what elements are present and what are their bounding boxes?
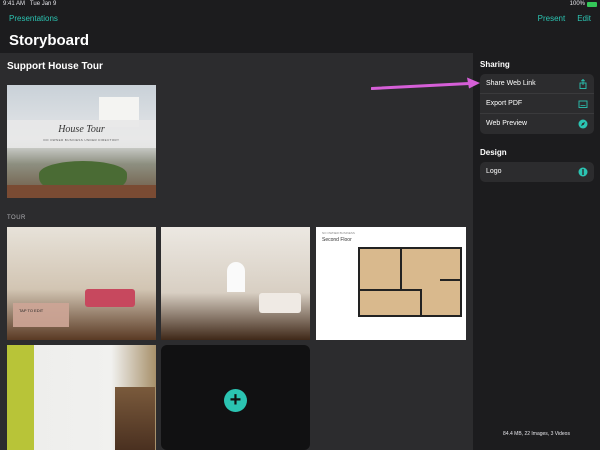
logo-row[interactable]: Logo (480, 162, 594, 182)
status-time: 9:41 AM (3, 1, 26, 7)
share-icon (579, 79, 587, 89)
photo-caption-card: TAP TO EDIT (13, 303, 69, 327)
bush-image (39, 161, 127, 187)
storyboard-main: Support House Tour House Tour DO OWNER B… (0, 53, 473, 450)
photo-lounge[interactable] (161, 227, 310, 340)
photo-floorplan[interactable]: NO OWNER BUSINESS Second Floor (316, 227, 466, 340)
web-preview-label: Web Preview (486, 120, 528, 127)
status-right: 100% (570, 1, 597, 7)
logo-icon (578, 167, 588, 177)
add-media-button[interactable]: + (161, 345, 310, 450)
battery-percent: 100% (569, 1, 585, 7)
deck-image (7, 185, 156, 198)
cover-title: House Tour (58, 124, 105, 135)
storage-summary: 84.4 MB, 22 Images, 3 Videos (503, 431, 570, 437)
status-left: 9:41 AM Tue Jan 9 (3, 1, 56, 7)
floorplan-wall (400, 249, 402, 289)
logo-label: Logo (486, 168, 502, 175)
staircase-image (115, 387, 155, 450)
plus-icon: + (224, 389, 247, 412)
white-sofa-image (259, 293, 301, 313)
compass-icon (578, 119, 588, 129)
design-heading: Design (480, 148, 507, 157)
share-web-link-label: Share Web Link (486, 80, 536, 87)
tour-section-label: TOUR (7, 215, 26, 221)
present-button[interactable]: Present (538, 14, 566, 23)
cover-slide[interactable]: House Tour DO OWNER BUSINESS UNDER DIREC… (7, 85, 156, 198)
edit-button[interactable]: Edit (577, 14, 591, 23)
pointer-arrow-icon (371, 77, 480, 90)
arched-door-image (227, 262, 245, 292)
presentations-back-button[interactable]: Presentations (9, 14, 58, 23)
status-date: Tue Jan 9 (29, 1, 57, 7)
status-bar: 9:41 AM Tue Jan 9 100% (0, 0, 600, 10)
sharing-group: Share Web Link Export PDF Web Preview (480, 74, 594, 134)
export-pdf-label: Export PDF (486, 100, 523, 107)
cover-subtitle: DO OWNER BUSINESS UNDER DIRECTORY (43, 138, 120, 142)
floorplan-floor-label: Second Floor (322, 237, 352, 243)
export-pdf-row[interactable]: Export PDF (480, 94, 594, 114)
photo-living-room[interactable]: TAP TO EDIT (7, 227, 156, 340)
photo-hallway[interactable] (7, 345, 156, 450)
share-web-link-row[interactable]: Share Web Link (480, 74, 594, 94)
floorplan-drawing (358, 247, 462, 317)
cover-banner: House Tour DO OWNER BUSINESS UNDER DIREC… (7, 120, 156, 148)
floorplan-header: NO OWNER BUSINESS (322, 231, 355, 235)
floorplan-wall (420, 289, 422, 315)
sidebar: Sharing Share Web Link Export PDF Web Pr… (473, 53, 600, 450)
design-group: Logo (480, 162, 594, 182)
sharing-heading: Sharing (480, 60, 510, 69)
floorplan-wall (360, 289, 420, 291)
section-title: Support House Tour (7, 61, 103, 72)
web-preview-row[interactable]: Web Preview (480, 114, 594, 134)
battery-icon (587, 1, 597, 7)
sofa-image (85, 289, 135, 307)
pdf-icon (578, 100, 588, 108)
floorplan-wall (440, 279, 460, 281)
nav-actions: Present Edit (538, 14, 591, 23)
page-title: Storyboard (9, 32, 90, 49)
